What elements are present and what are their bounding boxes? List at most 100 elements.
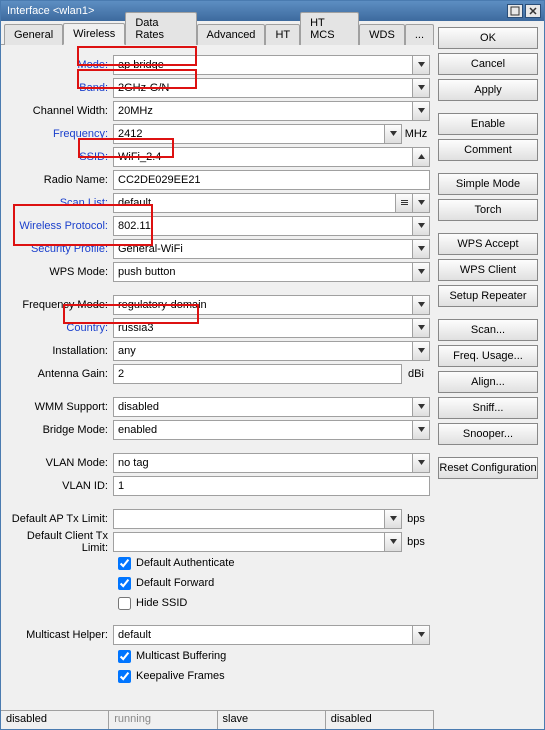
- expand-icon[interactable]: [507, 4, 523, 18]
- mode-input[interactable]: [113, 55, 413, 75]
- scanlist-expand-icon[interactable]: [413, 193, 430, 213]
- ssid-input[interactable]: [113, 147, 413, 167]
- wproto-dropdown-icon[interactable]: [413, 216, 430, 236]
- torch-button[interactable]: Torch: [438, 199, 538, 221]
- country-dropdown-icon[interactable]: [413, 318, 430, 338]
- deffwd-checkbox[interactable]: [118, 577, 131, 590]
- freq-input[interactable]: [113, 124, 385, 144]
- wpsmode-dropdown-icon[interactable]: [413, 262, 430, 282]
- secprof-input[interactable]: [113, 239, 413, 259]
- cancel-button[interactable]: Cancel: [438, 53, 538, 75]
- defcltx-input[interactable]: [113, 532, 385, 552]
- mhelper-dropdown-icon[interactable]: [413, 625, 430, 645]
- tab-htmcs[interactable]: HT MCS: [300, 12, 359, 45]
- install-input[interactable]: [113, 341, 413, 361]
- label-secprof: Security Profile:: [5, 243, 113, 255]
- mbuf-label: Multicast Buffering: [136, 650, 226, 662]
- tab-wds[interactable]: WDS: [359, 24, 405, 45]
- tab-datarates[interactable]: Data Rates: [125, 12, 196, 45]
- label-vlanid: VLAN ID:: [5, 480, 113, 492]
- label-country: Country:: [5, 322, 113, 334]
- keepalive-checkbox[interactable]: [118, 670, 131, 683]
- align-button[interactable]: Align...: [438, 371, 538, 393]
- install-dropdown-icon[interactable]: [413, 341, 430, 361]
- vlanmode-dropdown-icon[interactable]: [413, 453, 430, 473]
- status-running: running: [109, 711, 217, 729]
- label-freqmode: Frequency Mode:: [5, 299, 113, 311]
- label-scanlist: Scan List:: [5, 197, 113, 209]
- tab-more[interactable]: ...: [405, 24, 434, 45]
- defaptx-expand-icon[interactable]: [385, 509, 402, 529]
- freqmode-input[interactable]: [113, 295, 413, 315]
- sniff-button[interactable]: Sniff...: [438, 397, 538, 419]
- mhelper-input[interactable]: [113, 625, 413, 645]
- mbuf-checkbox[interactable]: [118, 650, 131, 663]
- unit-bps2: bps: [402, 536, 430, 548]
- setuprepeater-button[interactable]: Setup Repeater: [438, 285, 538, 307]
- snooper-button[interactable]: Snooper...: [438, 423, 538, 445]
- label-ssid: SSID:: [5, 151, 113, 163]
- band-input[interactable]: [113, 78, 413, 98]
- label-wpsmode: WPS Mode:: [5, 266, 113, 278]
- frequsage-button[interactable]: Freq. Usage...: [438, 345, 538, 367]
- antgain-input[interactable]: [113, 364, 402, 384]
- country-input[interactable]: [113, 318, 413, 338]
- band-dropdown-icon[interactable]: [413, 78, 430, 98]
- wpsclient-button[interactable]: WPS Client: [438, 259, 538, 281]
- tab-ht[interactable]: HT: [265, 24, 300, 45]
- defauth-checkbox[interactable]: [118, 557, 131, 570]
- tab-advanced[interactable]: Advanced: [197, 24, 266, 45]
- chwidth-dropdown-icon[interactable]: [413, 101, 430, 121]
- tab-general[interactable]: General: [4, 24, 63, 45]
- label-band: Band:: [5, 82, 113, 94]
- radname-input[interactable]: [113, 170, 430, 190]
- vlanmode-input[interactable]: [113, 453, 413, 473]
- titlebar: Interface <wlan1>: [1, 1, 544, 21]
- apply-button[interactable]: Apply: [438, 79, 538, 101]
- label-chwidth: Channel Width:: [5, 105, 113, 117]
- label-wmm: WMM Support:: [5, 401, 113, 413]
- freqmode-dropdown-icon[interactable]: [413, 295, 430, 315]
- hidessid-checkbox[interactable]: [118, 597, 131, 610]
- close-icon[interactable]: [525, 4, 541, 18]
- label-mhelper: Multicast Helper:: [5, 629, 113, 641]
- status-bar: disabled running slave disabled: [1, 710, 434, 729]
- unit-mhz: MHz: [402, 128, 430, 140]
- label-vlanmode: VLAN Mode:: [5, 457, 113, 469]
- wpsmode-input[interactable]: [113, 262, 413, 282]
- scanlist-input[interactable]: [113, 193, 396, 213]
- label-defaptx: Default AP Tx Limit:: [5, 513, 113, 525]
- enable-button[interactable]: Enable: [438, 113, 538, 135]
- ssid-collapse-icon[interactable]: [413, 147, 430, 167]
- status-disabled2: disabled: [326, 711, 434, 729]
- interface-dialog: Interface <wlan1> General Wireless Data …: [0, 0, 545, 730]
- comment-button[interactable]: Comment: [438, 139, 538, 161]
- scan-button[interactable]: Scan...: [438, 319, 538, 341]
- simplemode-button[interactable]: Simple Mode: [438, 173, 538, 195]
- label-bridgemode: Bridge Mode:: [5, 424, 113, 436]
- mode-dropdown-icon[interactable]: [413, 55, 430, 75]
- label-wproto: Wireless Protocol:: [5, 220, 113, 232]
- label-antgain: Antenna Gain:: [5, 368, 113, 380]
- wmm-input[interactable]: [113, 397, 413, 417]
- scanlist-dropdown-icon[interactable]: [396, 193, 413, 213]
- freq-dropdown-icon[interactable]: [385, 124, 402, 144]
- secprof-dropdown-icon[interactable]: [413, 239, 430, 259]
- form-area: Mode: Band: Channel Width: Frequency:MHz…: [1, 45, 434, 710]
- hidessid-label: Hide SSID: [136, 597, 187, 609]
- bridgemode-input[interactable]: [113, 420, 413, 440]
- bridgemode-dropdown-icon[interactable]: [413, 420, 430, 440]
- defcltx-expand-icon[interactable]: [385, 532, 402, 552]
- label-install: Installation:: [5, 345, 113, 357]
- button-column: OK Cancel Apply Enable Comment Simple Mo…: [434, 21, 544, 729]
- tab-wireless[interactable]: Wireless: [63, 23, 125, 45]
- chwidth-input[interactable]: [113, 101, 413, 121]
- window-title: Interface <wlan1>: [4, 5, 505, 17]
- wpsaccept-button[interactable]: WPS Accept: [438, 233, 538, 255]
- wmm-dropdown-icon[interactable]: [413, 397, 430, 417]
- ok-button[interactable]: OK: [438, 27, 538, 49]
- wproto-input[interactable]: [113, 216, 413, 236]
- resetconfig-button[interactable]: Reset Configuration: [438, 457, 538, 479]
- defaptx-input[interactable]: [113, 509, 385, 529]
- vlanid-input[interactable]: [113, 476, 430, 496]
